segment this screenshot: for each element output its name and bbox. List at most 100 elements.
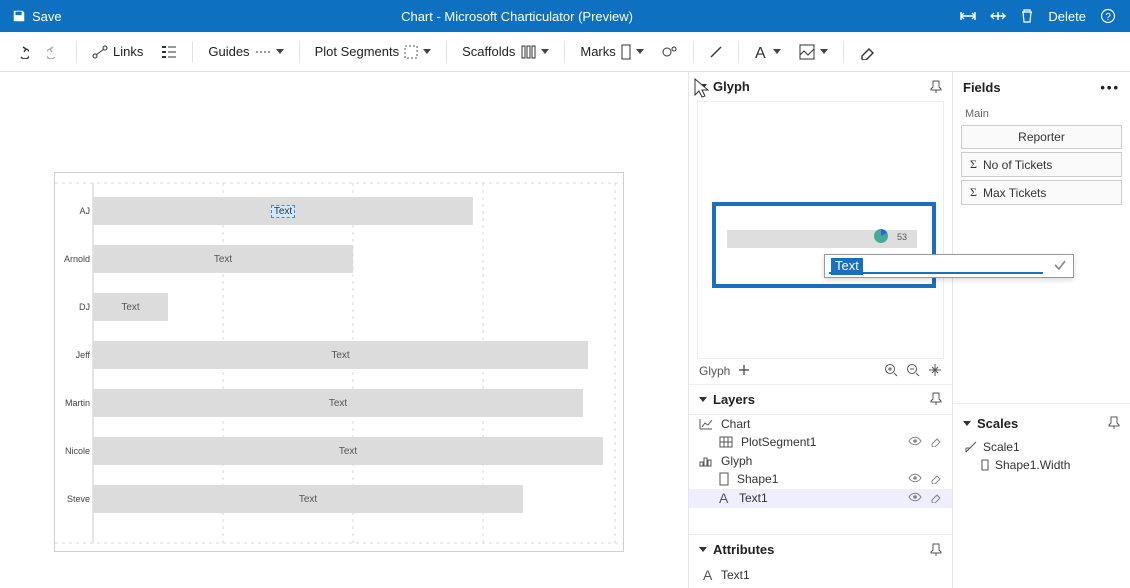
bar[interactable]: Text: [93, 485, 523, 513]
y-axis-label: Nicole: [58, 446, 90, 456]
guides-label: Guides: [208, 44, 249, 59]
chevron-down-icon[interactable]: [699, 547, 707, 552]
zoom-out-icon[interactable]: [906, 363, 920, 380]
visibility-toggle-icon[interactable]: [908, 472, 922, 486]
erase-layer-icon[interactable]: [930, 491, 942, 506]
glyph-tiny-label: 53: [897, 232, 907, 242]
legend-button[interactable]: [154, 40, 184, 64]
field-max-tickets[interactable]: Σ Max Tickets: [961, 180, 1122, 205]
bar[interactable]: Text: [93, 341, 588, 369]
save-button[interactable]: Save: [0, 9, 74, 24]
bar[interactable]: Text: [93, 197, 473, 225]
save-label: Save: [32, 9, 62, 24]
y-axis-label: Steve: [58, 494, 90, 504]
fields-panel-header: Fields •••: [953, 72, 1130, 102]
bar-row[interactable]: JeffText: [93, 341, 588, 369]
visibility-toggle-icon[interactable]: [908, 435, 922, 449]
bar-row[interactable]: AJText: [93, 197, 473, 225]
bar-row[interactable]: DJText: [93, 293, 168, 321]
bar-row[interactable]: NicoleText: [93, 437, 603, 465]
bar-text-label[interactable]: Text: [331, 350, 349, 361]
chevron-down-icon[interactable]: [699, 84, 707, 89]
redo-button[interactable]: [40, 41, 68, 63]
rect-icon: [719, 472, 729, 486]
bar-text-label[interactable]: Text: [329, 398, 347, 409]
bar-text-label[interactable]: Text: [339, 446, 357, 457]
chevron-down-icon: [773, 49, 781, 54]
text-mark-button[interactable]: A: [747, 40, 788, 64]
y-axis-label: Martin: [58, 398, 90, 408]
scale-shape1-width[interactable]: Shape1.Width: [961, 456, 1122, 474]
width-expand-icon[interactable]: [990, 9, 1006, 23]
fields-main-label: Main: [961, 106, 1122, 122]
erase-layer-icon[interactable]: [930, 472, 942, 487]
delete-label[interactable]: Delete: [1048, 9, 1086, 24]
erase-button[interactable]: [852, 40, 882, 64]
bar-text-label[interactable]: Text: [299, 494, 317, 505]
visibility-toggle-icon[interactable]: [908, 491, 922, 505]
marks-label: Marks: [580, 44, 615, 59]
bar-row[interactable]: SteveText: [93, 485, 523, 513]
chevron-down-icon[interactable]: [963, 421, 971, 426]
glyph-text-edit-input[interactable]: Text: [824, 254, 1074, 278]
rect-mark-icon: [621, 44, 631, 60]
pin-icon[interactable]: [930, 543, 942, 557]
scale-scale1[interactable]: Scale1: [961, 438, 1122, 456]
pin-icon[interactable]: [1108, 416, 1120, 430]
pin-icon[interactable]: [930, 392, 942, 406]
trash-icon[interactable]: [1020, 8, 1034, 24]
plot-segments-label: Plot Segments: [315, 44, 400, 59]
bar[interactable]: Text: [93, 389, 583, 417]
scaffolds-button[interactable]: Scaffolds: [455, 40, 556, 64]
add-glyph-button[interactable]: [738, 364, 750, 379]
glyph-canvas[interactable]: 53 Text: [697, 101, 944, 358]
plot-segments-button[interactable]: Plot Segments: [308, 40, 439, 63]
icon-mark-button[interactable]: [792, 40, 835, 64]
chevron-down-icon[interactable]: [699, 397, 707, 402]
field-reporter[interactable]: Reporter: [961, 125, 1122, 149]
links-label: Links: [113, 44, 143, 59]
marks-button[interactable]: Marks: [573, 40, 650, 64]
undo-button[interactable]: [8, 41, 36, 63]
layer-chart[interactable]: Chart: [689, 415, 952, 433]
layer-glyph[interactable]: Glyph: [689, 452, 952, 470]
canvas-area[interactable]: AJTextArnoldTextDJTextJeffTextMartinText…: [0, 72, 688, 588]
layer-plotsegment1[interactable]: PlotSegment1: [689, 433, 952, 452]
y-axis-label: AJ: [58, 206, 90, 216]
bar-row[interactable]: MartinText: [93, 389, 583, 417]
guides-button[interactable]: Guides: [201, 40, 290, 63]
zoom-in-icon[interactable]: [884, 363, 898, 380]
more-icon[interactable]: •••: [1100, 80, 1120, 95]
bar[interactable]: Text: [93, 437, 603, 465]
text-icon: A: [754, 44, 768, 60]
zoom-fit-icon[interactable]: [928, 363, 942, 380]
bar[interactable]: Text: [93, 293, 168, 321]
glyph-title: Glyph: [713, 79, 750, 94]
bar-text-label[interactable]: Text: [271, 205, 295, 218]
plot-segments-icon: [404, 45, 418, 59]
symbol-mark-button[interactable]: [655, 40, 685, 64]
grid-icon: [719, 436, 733, 448]
bar-text-label[interactable]: Text: [214, 254, 232, 265]
svg-text:A: A: [719, 491, 729, 505]
guides-icon: [255, 47, 271, 57]
attribute-text1[interactable]: A Text1: [689, 565, 952, 588]
bar[interactable]: Text: [93, 245, 353, 273]
field-no-of-tickets[interactable]: Σ No of Tickets: [961, 152, 1122, 177]
fields-title: Fields: [963, 80, 1001, 95]
width-fit-icon[interactable]: [960, 9, 976, 23]
attributes-panel-header: Attributes: [689, 535, 952, 565]
links-button[interactable]: Links: [85, 40, 150, 63]
chevron-down-icon: [423, 49, 431, 54]
layer-shape1[interactable]: Shape1: [689, 470, 952, 489]
chart-preview[interactable]: AJTextArnoldTextDJTextJeffTextMartinText…: [54, 172, 624, 552]
bar-text-label[interactable]: Text: [121, 302, 139, 313]
bar-row[interactable]: ArnoldText: [93, 245, 353, 273]
help-icon[interactable]: ?: [1100, 8, 1116, 24]
line-mark-button[interactable]: [702, 41, 730, 63]
erase-layer-icon[interactable]: [930, 435, 942, 450]
pin-icon[interactable]: [930, 80, 942, 94]
image-icon: [799, 44, 815, 60]
confirm-check-icon[interactable]: [1053, 258, 1067, 275]
layer-text1[interactable]: A Text1: [689, 489, 952, 508]
